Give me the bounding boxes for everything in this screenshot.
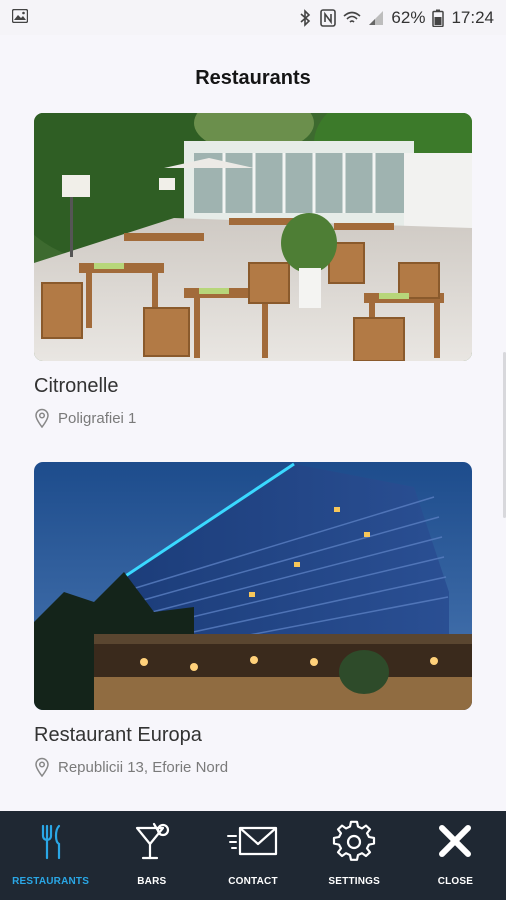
status-bar: 62% 17:24: [0, 0, 506, 35]
nav-label: CONTACT: [228, 876, 278, 887]
location-pin-icon: [35, 408, 49, 428]
restaurant-name[interactable]: Citronelle: [34, 375, 472, 398]
nav-label: BARS: [137, 876, 167, 887]
nav-label: SETTINGS: [328, 876, 381, 887]
clock: 17:24: [451, 8, 494, 27]
bluetooth-icon: [300, 9, 311, 27]
battery-icon: [432, 9, 445, 27]
restaurant-name[interactable]: Restaurant Europa: [34, 724, 472, 747]
close-icon: [439, 825, 472, 857]
hotel-night-photo: [34, 462, 472, 710]
nfc-icon: [320, 9, 337, 27]
address-text: Poligrafiei 1: [58, 409, 137, 427]
restaurant-address: Poligrafiei 1: [34, 408, 472, 428]
nav-restaurants[interactable]: RESTAURANTS: [0, 811, 101, 900]
nav-contact[interactable]: CONTACT: [202, 811, 303, 900]
restaurant-photo[interactable]: [34, 462, 472, 710]
nav-close[interactable]: CLOSE: [405, 811, 506, 900]
nav-settings[interactable]: SETTINGS: [304, 811, 405, 900]
restaurant-card[interactable]: Citronelle Poligrafiei 1: [34, 113, 472, 428]
wifi-icon: [343, 11, 361, 23]
cocktail-icon: [135, 822, 169, 860]
outdoor-terrace-photo: [34, 113, 472, 361]
signal-icon: [369, 11, 384, 25]
image-icon: [12, 9, 28, 23]
page-title: Restaurants: [195, 67, 311, 89]
bottom-nav: RESTAURANTS BARS CONTACT SETTINGS CLOSE: [0, 811, 506, 900]
restaurant-photo[interactable]: [34, 113, 472, 361]
fork-knife-icon: [41, 824, 60, 860]
location-pin-icon: [35, 757, 49, 777]
restaurant-address: Republicii 13, Eforie Nord: [34, 757, 472, 777]
nav-bars[interactable]: BARS: [101, 811, 202, 900]
nav-label: RESTAURANTS: [12, 876, 90, 887]
gear-icon: [333, 820, 376, 861]
address-text: Republicii 13, Eforie Nord: [58, 758, 229, 776]
restaurant-card[interactable]: Restaurant Europa Republicii 13, Eforie …: [34, 462, 472, 777]
nav-label: CLOSE: [437, 876, 474, 887]
envelope-icon: [227, 826, 278, 856]
battery-percent: 62%: [391, 8, 426, 27]
